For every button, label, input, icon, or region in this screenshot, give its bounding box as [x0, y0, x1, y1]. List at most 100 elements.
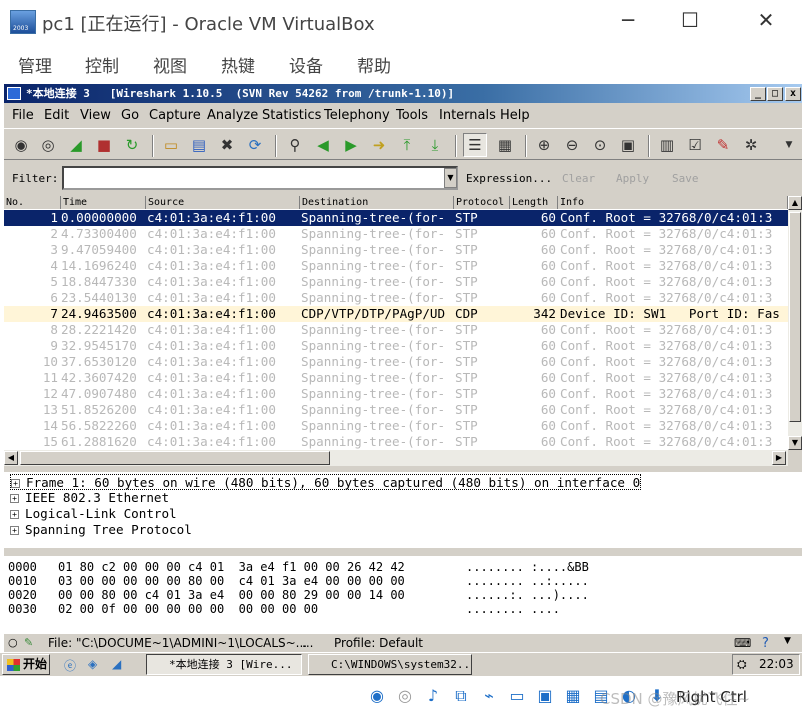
resize-columns-icon[interactable]: ▣	[619, 136, 637, 154]
goto-icon[interactable]: ➜	[370, 136, 388, 154]
detail-stp[interactable]: + Spanning Tree Protocol	[10, 522, 192, 538]
menu-edit[interactable]: Edit	[44, 108, 69, 123]
menu-tools[interactable]: Tools	[396, 108, 428, 123]
options-icon[interactable]: ◎	[39, 136, 57, 154]
forward-icon[interactable]: ▶	[342, 136, 360, 154]
close-icon[interactable]: ✖	[218, 136, 236, 154]
find-icon[interactable]: ⚲	[286, 136, 304, 154]
packet-row[interactable]: 2 4.73300400 c4:01:3a:e4:f1:00 Spanning-tre…	[4, 226, 788, 242]
column-info[interactable]: Info	[558, 196, 788, 209]
menu-view[interactable]: View	[80, 108, 111, 123]
toolbar-overflow-icon[interactable]: ▼	[780, 136, 798, 154]
detail-frame[interactable]: + Frame 1: 60 bytes on wire (480 bits), 6…	[10, 474, 642, 490]
menu-internals[interactable]: Internals	[439, 108, 496, 123]
expand-icon[interactable]: +	[10, 494, 19, 503]
hdd-icon[interactable]: ◉	[366, 686, 388, 706]
menu-analyze[interactable]: Analyze	[207, 108, 258, 123]
vbox-menu-devices[interactable]: 设备	[289, 52, 323, 77]
ws-minimize-button[interactable]: _	[750, 87, 766, 101]
video-capture-icon[interactable]: ▦	[562, 686, 584, 706]
menu-go[interactable]: Go	[121, 108, 139, 123]
task-cmd[interactable]: C:\WINDOWS\system32...	[308, 654, 472, 675]
dropdown-icon[interactable]: ▼	[784, 636, 791, 646]
packet-row[interactable]: 4 14.1696240 c4:01:3a:e4:f1:00 Spanning-tre…	[4, 258, 788, 274]
display-icon[interactable]: ▣	[534, 686, 556, 706]
column-no[interactable]: No.	[4, 196, 61, 209]
scroll-down-icon[interactable]: ▼	[788, 436, 802, 450]
menu-statistics[interactable]: Statistics	[262, 108, 321, 123]
vbox-menu-control[interactable]: 控制	[85, 52, 119, 77]
vbox-menu-hotkey[interactable]: 热键	[221, 52, 255, 77]
vbox-menu-help[interactable]: 帮助	[357, 52, 391, 77]
detail-llc[interactable]: + Logical-Link Control	[10, 506, 177, 522]
packet-row[interactable]: 7 24.9463500 c4:01:3a:e4:f1:00 CDP/VTP/DTP/…	[4, 306, 788, 322]
display-filters-icon[interactable]: ☑	[686, 136, 704, 154]
coloring-rules-icon[interactable]: ✎	[714, 136, 732, 154]
column-protocol[interactable]: Protocol	[454, 196, 510, 209]
colorize-icon[interactable]: ☰	[466, 136, 484, 154]
task-wireshark[interactable]: *本地连接 3 [Wire...	[146, 654, 302, 675]
zoom-normal-icon[interactable]: ⊙	[591, 136, 609, 154]
optical-drive-icon[interactable]: ◎	[394, 686, 416, 706]
desktop-icon[interactable]: ◈	[88, 657, 97, 671]
column-time[interactable]: Time	[61, 196, 146, 209]
capture-comment-icon[interactable]: ✎	[24, 636, 33, 649]
packet-row[interactable]: 9 32.9545170 c4:01:3a:e4:f1:00 Spanning-tre…	[4, 338, 788, 354]
filter-input[interactable]	[62, 166, 458, 190]
vbox-menu-manage[interactable]: 管理	[18, 52, 52, 77]
scroll-left-icon[interactable]: ◀	[4, 451, 18, 465]
expand-icon[interactable]: +	[10, 526, 19, 535]
first-icon[interactable]: ⤒	[398, 136, 416, 154]
maximize-button[interactable]: ☐	[670, 8, 710, 32]
column-destination[interactable]: Destination	[300, 196, 454, 209]
restart-icon[interactable]: ↻	[123, 136, 141, 154]
shared-folders-icon[interactable]: ▭	[506, 686, 528, 706]
back-icon[interactable]: ◀	[314, 136, 332, 154]
vscroll-thumb[interactable]	[789, 212, 801, 422]
help-icon[interactable]: ?	[762, 636, 769, 651]
filter-dropdown-icon[interactable]: ▼	[444, 168, 457, 188]
stop-icon[interactable]: ■	[95, 136, 113, 154]
vbox-menu-view[interactable]: 视图	[153, 52, 187, 77]
menu-file[interactable]: File	[12, 108, 34, 123]
packet-list-hscrollbar[interactable]: ◀ ▶	[4, 450, 788, 466]
column-source[interactable]: Source	[146, 196, 300, 209]
clear-button[interactable]: Clear	[562, 172, 595, 185]
packet-row[interactable]: 14 56.5822260 c4:01:3a:e4:f1:00 Spanning-tr…	[4, 418, 788, 434]
detail-ethernet[interactable]: + IEEE 802.3 Ethernet	[10, 490, 169, 506]
start-icon[interactable]: ◢	[67, 136, 85, 154]
autoscroll-icon[interactable]: ▦	[496, 136, 514, 154]
packet-row[interactable]: 10 37.6530120 c4:01:3a:e4:f1:00 Spanning-tr…	[4, 354, 788, 370]
packet-row[interactable]: 11 42.3607420 c4:01:3a:e4:f1:00 Spanning-tr…	[4, 370, 788, 386]
network-icon[interactable]: ⌨	[734, 636, 751, 650]
packet-row[interactable]: 1 0.00000000 c4:01:3a:e4:f1:00 Spanning-tre…	[4, 209, 788, 227]
menu-telephony[interactable]: Telephony	[324, 108, 390, 123]
expert-info-icon[interactable]: ○	[8, 636, 18, 649]
ws-maximize-button[interactable]: □	[767, 87, 783, 101]
packet-row[interactable]: 8 28.2221420 c4:01:3a:e4:f1:00 Spanning-tre…	[4, 322, 788, 338]
hscroll-thumb[interactable]	[20, 451, 330, 465]
packet-row[interactable]: 6 23.5440130 c4:01:3a:e4:f1:00 Spanning-tre…	[4, 290, 788, 306]
wireshark-quicklaunch-icon[interactable]: ◢	[112, 657, 121, 671]
open-icon[interactable]: ▭	[162, 136, 180, 154]
scroll-right-icon[interactable]: ▶	[772, 451, 786, 465]
preferences-icon[interactable]: ✲	[742, 136, 760, 154]
start-button[interactable]: 开始	[2, 654, 50, 675]
column-length[interactable]: Length	[510, 196, 558, 209]
packet-row[interactable]: 12 47.0907480 c4:01:3a:e4:f1:00 Spanning-tr…	[4, 386, 788, 402]
usb-icon[interactable]: ⌁	[478, 686, 500, 706]
close-button[interactable]: ✕	[746, 8, 786, 32]
scroll-up-icon[interactable]: ▲	[788, 196, 802, 210]
ie-icon[interactable]: ⓔ	[64, 657, 76, 674]
status-profile[interactable]: Profile: Default	[334, 636, 423, 650]
menu-capture[interactable]: Capture	[149, 108, 201, 123]
last-icon[interactable]: ⤓	[426, 136, 444, 154]
packet-row[interactable]: 15 61.2881620 c4:01:3a:e4:f1:00 Spanning-tr…	[4, 434, 788, 450]
apply-button[interactable]: Apply	[616, 172, 649, 185]
capture-filters-icon[interactable]: ▥	[658, 136, 676, 154]
tray-icon[interactable]: ⛭	[737, 655, 747, 674]
menu-help[interactable]: Help	[500, 108, 530, 123]
interfaces-icon[interactable]: ◉	[12, 136, 30, 154]
zoom-in-icon[interactable]: ⊕	[535, 136, 553, 154]
minimize-button[interactable]: ─	[608, 8, 648, 32]
